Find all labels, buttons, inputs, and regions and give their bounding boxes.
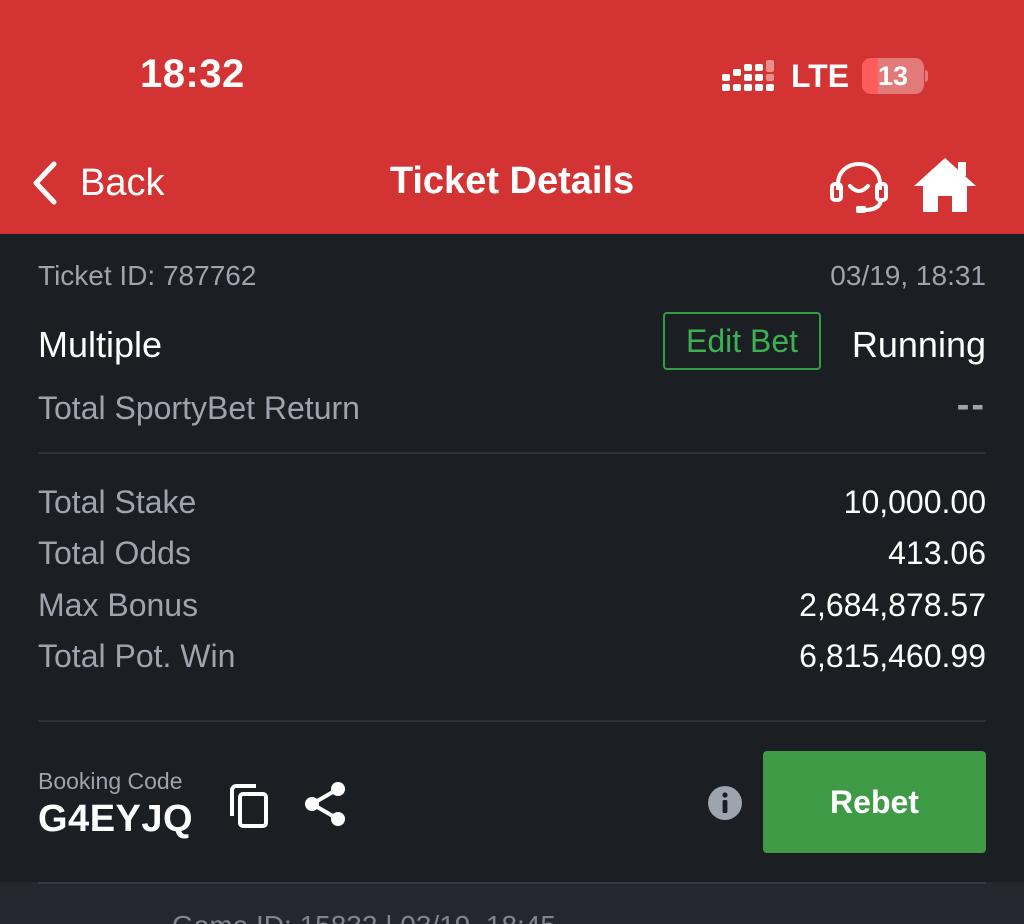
stat-label: Total Odds	[38, 535, 191, 571]
ticket-header-row: Ticket ID: 787762 03/19, 18:31	[38, 260, 986, 292]
stat-label: Max Bonus	[38, 587, 199, 623]
booking-code-label: Booking Code	[38, 768, 183, 794]
cellular-signal-icon	[722, 60, 774, 91]
battery-level: 13	[877, 61, 909, 91]
info-icon[interactable]	[707, 785, 743, 821]
divider	[38, 720, 986, 722]
nav-bar: Back Ticket Details	[0, 140, 1024, 234]
ticket-datetime: 03/19, 18:31	[830, 260, 986, 291]
stat-label: Total Stake	[38, 484, 197, 520]
edit-bet-button[interactable]: Edit Bet	[663, 312, 821, 370]
divider	[38, 882, 986, 884]
status-bar: 18:32 LTE 13	[0, 0, 1024, 140]
total-stake-value: 10,000.00	[843, 484, 986, 520]
home-icon[interactable]	[912, 156, 978, 214]
divider	[38, 452, 986, 454]
rebet-button[interactable]: Rebet	[763, 751, 986, 853]
booking-code: G4EYJQ	[38, 798, 194, 840]
total-pot-win-value: 6,815,460.99	[799, 638, 986, 674]
bet-type: Multiple	[38, 324, 163, 365]
return-label: Total SportyBet Return	[38, 390, 360, 426]
return-value: --	[956, 384, 986, 426]
back-label: Back	[80, 161, 165, 204]
total-odds-value: 413.06	[888, 535, 986, 571]
game-id-text: Game ID: 15832 | 03/19, 18:45	[172, 910, 556, 924]
battery-icon: 13	[862, 58, 928, 94]
status-time: 18:32	[140, 52, 245, 96]
copy-icon[interactable]	[228, 782, 272, 830]
status-badge: Running	[851, 324, 986, 365]
max-bonus-value: 2,684,878.57	[799, 587, 986, 623]
game-list-peek: Game ID: 15832 | 03/19, 18:45	[0, 882, 1024, 924]
network-type: LTE	[791, 58, 850, 94]
share-icon[interactable]	[302, 780, 348, 828]
ticket-id: Ticket ID: 787762	[38, 260, 257, 291]
back-button[interactable]: Back	[30, 158, 164, 208]
chevron-left-icon	[33, 161, 57, 205]
headset-icon[interactable]	[828, 160, 890, 214]
stat-label: Total Pot. Win	[38, 638, 236, 674]
